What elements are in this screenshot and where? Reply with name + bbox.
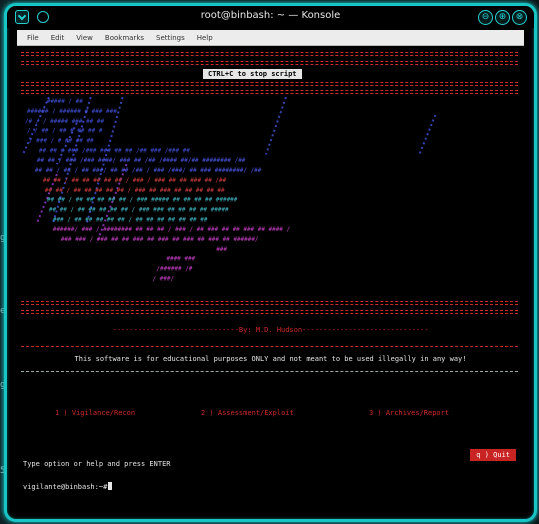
svg-text:/ ###/: / ###/ [152,275,174,282]
svg-text:## ## / ## / ##: ## ## / ## / ## ###/ ## ## /## / ### /##… [35,167,262,174]
svg-text:##### / ##: ##### / ## [47,98,83,105]
menu-view[interactable]: View [76,34,93,42]
svg-text:## ## / ## ##: ## ## / ## ## ## ## ## / ### ## ### ## #… [45,187,225,194]
close-button[interactable]: ⊗ [512,10,527,25]
svg-text:#### ###: #### ### [166,256,195,263]
menu-edit[interactable]: Edit [51,34,65,42]
svg-text:## ## / ### /###: ## ## / ### /### ####/ ### ## /## /#### … [37,157,246,164]
separator-rule [21,371,518,375]
svg-text:### ### / ### ##: ### ### / ### ## ## ### ## ### ## ### ##… [61,236,259,243]
title-bar[interactable]: root@binbash: ~ — Konsole ⊖ ⊕ ⊗ [7,6,534,28]
maximize-button[interactable]: ⊕ [495,10,510,25]
option-archives: 3 ) Archives/Report [369,409,450,417]
svg-text:/ / ## / ## #: / / ## / ## # ## ## # [27,128,103,135]
input-instructions: Type option or help and press ENTER [23,460,171,468]
minimize-button[interactable]: ⊖ [478,10,493,25]
svg-text:## ## / ## ##: ## ## / ## ## ## ## ## / ### / ### ## ##… [43,177,227,184]
menu-bookmarks[interactable]: Bookmarks [105,34,144,42]
ascii-art-logo: ##### / ## ###### / ###### # ### ### /# … [22,96,437,282]
terminal-area[interactable]: CTRL+C to stop script ##### / ## ###### … [17,46,524,509]
shell-prompt-text: vigilante@binbash:~# [23,483,108,491]
svg-text:/# / / ##### ###: /# / / ##### ### ## ## [25,118,105,125]
shell-prompt[interactable]: vigilante@binbash:~# [23,482,113,491]
separator-rule [21,301,518,305]
svg-text:/ ### / #: / ### / # ## ## ## [29,138,94,145]
svg-text:## ## / ## ##: ## ## / ## ## ## ## ## / ### ### ## ## #… [49,207,229,214]
svg-text:######/ ### / ########: ######/ ### / ######## ## ## ## / ### / … [53,226,291,233]
option-exploit: 2 ) Assessment/Exploit [201,409,294,417]
menu-help[interactable]: Help [197,34,213,42]
menu-settings[interactable]: Settings [156,34,185,42]
text-cursor [108,482,113,490]
svg-text:## ## # ### /###: ## ## # ### /### ### ## ## /## ### /### … [39,147,190,154]
konsole-window: root@binbash: ~ — Konsole ⊖ ⊕ ⊗ File Edi… [4,3,537,522]
svg-text:###: ### [216,246,227,253]
menu-file[interactable]: File [27,34,39,42]
svg-text:## ## / ## ##: ## ## / ## ## ## ## ## / ### ##### ## ##… [47,197,238,204]
option-recon: 1 ) Vigilance/Recon [55,409,136,417]
svg-text:/###### /#: /###### /# [156,266,192,273]
window-title: root@binbash: ~ — Konsole [200,10,341,21]
menu-bar: File Edit View Bookmarks Settings Help [17,30,524,46]
disclaimer-text: This software is for educational purpose… [74,355,467,363]
separator-rule [21,310,518,314]
author-credit: ------------------------------By: M.D. H… [112,326,429,334]
svg-text:### / ## ##: ### / ## ## ## ## ## / ## ## ## ## ## ##… [53,216,208,223]
svg-text:###### / ###### # #: ###### / ###### # ### ### [27,108,117,115]
quit-option: q ) Quit [470,449,516,461]
separator-rule [21,346,518,350]
